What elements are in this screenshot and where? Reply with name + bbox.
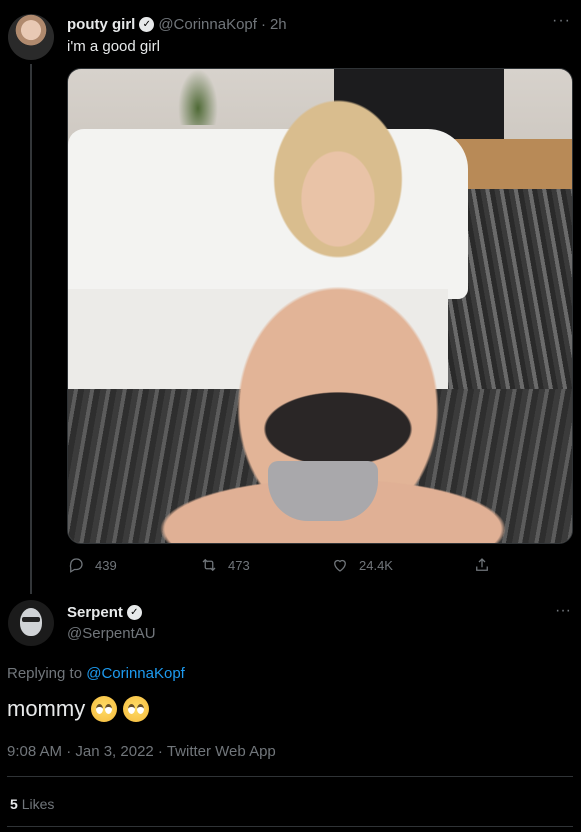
avatar-sunglasses	[22, 617, 40, 622]
like-button[interactable]: 24.4K	[331, 556, 393, 574]
tweet-text: i'm a good girl	[67, 38, 160, 55]
timestamp[interactable]: 2h	[270, 16, 287, 33]
avatar[interactable]	[8, 600, 54, 646]
verified-badge-icon: ✓	[139, 17, 155, 32]
like-count: 24.4K	[359, 557, 393, 573]
heart-icon	[334, 559, 346, 572]
replying-to: Replying to @CorinnaKopf	[7, 665, 185, 682]
handle[interactable]: @CorinnaKopf	[158, 16, 257, 33]
likes-count: 5	[10, 796, 18, 812]
more-options-icon[interactable]: ···	[555, 602, 571, 620]
reply-meta[interactable]: 9:08 AM · Jan 3, 2022 · Twitter Web App	[7, 743, 276, 760]
replying-to-link[interactable]: @CorinnaKopf	[86, 665, 185, 682]
reply-count: 439	[95, 557, 117, 573]
share-icon	[476, 558, 488, 571]
tweet-actions: 439 473 24.4K	[67, 556, 507, 578]
reply-icon	[69, 558, 83, 573]
display-name[interactable]: pouty girl	[67, 16, 135, 33]
retweet-button[interactable]: 473	[200, 556, 250, 574]
thread-line	[30, 64, 32, 594]
tweet-photo[interactable]	[67, 68, 573, 544]
avatar-face	[20, 608, 42, 636]
reply-header: Serpent ✓	[67, 604, 142, 621]
reply-text-body: mommy	[7, 696, 86, 721]
retweet-icon	[202, 558, 216, 572]
handle[interactable]: @SerpentAU	[67, 625, 156, 642]
separator: ·	[260, 16, 266, 33]
divider	[7, 826, 573, 827]
display-name[interactable]: Serpent	[67, 604, 123, 621]
verified-badge-icon: ✓	[126, 605, 142, 620]
more-options-icon[interactable]: ···	[552, 12, 571, 30]
reply-text: mommy	[7, 696, 150, 722]
rolling-eyes-emoji-icon	[123, 696, 150, 722]
likes-summary[interactable]: 5 Likes	[10, 796, 54, 812]
replying-prefix: Replying to	[7, 665, 83, 682]
divider	[7, 776, 573, 777]
likes-label: Likes	[21, 796, 55, 812]
tweet-header: pouty girl ✓ @CorinnaKopf · 2h	[67, 16, 287, 33]
share-button[interactable]	[473, 556, 491, 574]
avatar[interactable]	[8, 14, 54, 60]
rolling-eyes-emoji-icon	[91, 696, 118, 722]
retweet-count: 473	[228, 557, 250, 573]
photo-shorts	[268, 461, 378, 521]
reply-tweet[interactable]: Serpent ✓ @SerpentAU ··· Replying to @Co…	[0, 590, 581, 832]
reply-button[interactable]: 439	[67, 556, 117, 574]
tweet[interactable]: pouty girl ✓ @CorinnaKopf · 2h ··· i'm a…	[0, 0, 581, 594]
